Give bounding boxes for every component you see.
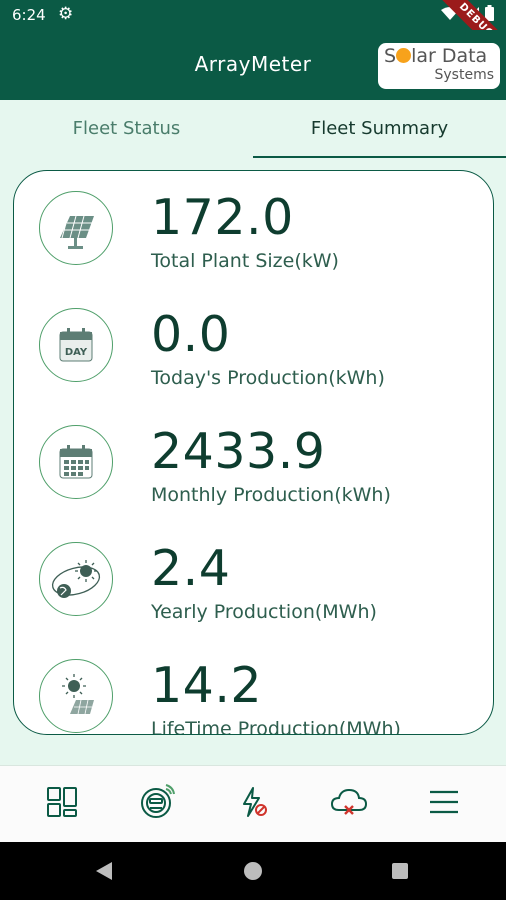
metric-label: Monthly Production(kWh) [151, 484, 391, 506]
tab-fleet-status[interactable]: Fleet Status [0, 100, 253, 160]
company-logo: Slar Data Systems [378, 43, 500, 89]
logo-sun-icon [396, 48, 412, 63]
metric-value: 14.2 [151, 657, 263, 714]
system-navigation-bar [0, 842, 506, 900]
metric-value: 0.0 [151, 306, 231, 363]
metric-row-plant-size: 172.0 Total Plant Size(kW) [14, 171, 493, 289]
back-icon[interactable] [96, 862, 112, 880]
logo-text-line1: Slar Data [384, 45, 488, 67]
home-icon[interactable] [244, 862, 262, 880]
gear-icon: ⚙ [58, 4, 74, 24]
metric-label: Total Plant Size(kW) [151, 250, 339, 272]
solar-panel-icon [39, 191, 113, 265]
metric-label: Today's Production(kWh) [151, 367, 385, 389]
metric-row-monthly: 2433.9 Monthly Production(kWh) [14, 405, 493, 523]
no-power-icon [237, 786, 269, 822]
svg-text:DAY: DAY [65, 347, 88, 358]
metric-row-lifetime: 14.2 LifeTime Production(MWh) [14, 639, 493, 735]
power-outage-nav-button[interactable] [225, 776, 281, 832]
menu-icon [428, 788, 460, 820]
menu-nav-button[interactable] [416, 776, 472, 832]
sun-earth-orbit-icon [39, 542, 113, 616]
cloud-offline-icon [330, 786, 368, 822]
metric-value: 2433.9 [151, 423, 326, 480]
metric-value: 2.4 [151, 540, 231, 597]
month-calendar-icon [39, 425, 113, 499]
meter-nav-button[interactable] [129, 776, 185, 832]
offline-nav-button[interactable] [321, 776, 377, 832]
tab-fleet-summary[interactable]: Fleet Summary [253, 100, 506, 160]
metric-label: LifeTime Production(MWh) [151, 718, 401, 735]
dashboard-icon [46, 786, 78, 822]
metric-value: 172.0 [151, 189, 294, 246]
status-time: 6:24 [12, 6, 46, 24]
dashboard-nav-button[interactable] [34, 776, 90, 832]
metric-label: Yearly Production(MWh) [151, 601, 377, 623]
sun-panel-icon [39, 659, 113, 733]
tab-bar: Fleet Status Fleet Summary [0, 100, 506, 160]
recents-icon[interactable] [392, 863, 408, 879]
meter-icon [139, 784, 176, 824]
bottom-navigation [0, 765, 506, 842]
day-calendar-icon: DAY [39, 308, 113, 382]
status-bar: 6:24 ⚙ DEBUG [0, 0, 506, 70]
metric-row-yearly: 2.4 Yearly Production(MWh) [14, 522, 493, 640]
metric-row-today: DAY 0.0 Today's Production(kWh) [14, 288, 493, 406]
logo-text-line2: Systems [434, 67, 495, 83]
fleet-summary-card: 172.0 Total Plant Size(kW) DAY 0.0 Today… [13, 170, 494, 735]
app-bar: ArrayMeter Slar Data Systems [0, 30, 506, 100]
